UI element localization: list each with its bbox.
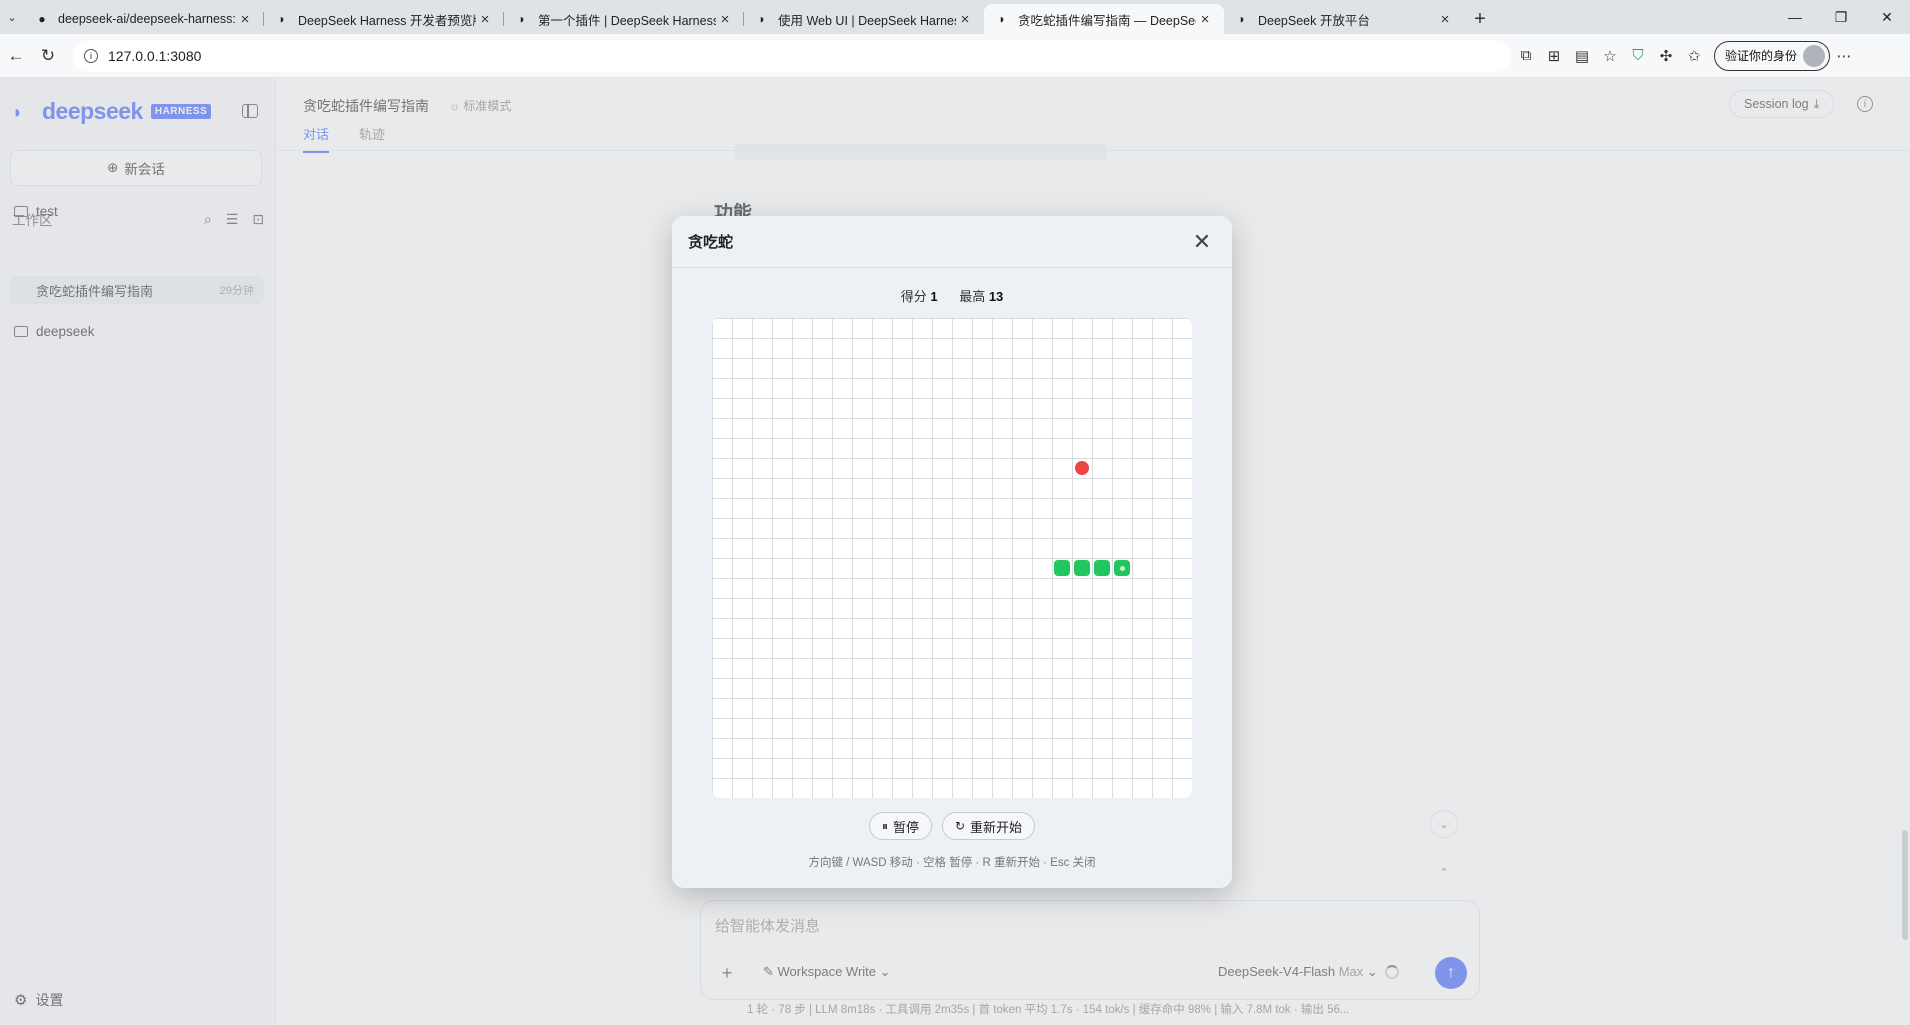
browser-tab[interactable]: ◗ DeepSeek Harness 开发者预览版：×	[264, 4, 504, 34]
browser-tab-title: 贪吃蛇插件编写指南 — DeepSeek	[1018, 13, 1196, 28]
restart-icon: ↻	[954, 819, 966, 833]
browser-tab[interactable]: ◗ DeepSeek 开放平台 ×	[1224, 4, 1464, 34]
more-menu-icon[interactable]: ⋯	[1830, 42, 1858, 70]
best-label: 最高	[959, 289, 986, 304]
shield-extension-icon[interactable]: ⛉	[1624, 42, 1652, 70]
close-tab-icon[interactable]: ×	[956, 11, 974, 28]
deepseek-icon: ◗	[998, 12, 1006, 26]
restart-label: 重新开始	[970, 819, 1023, 835]
browser-tab-title: 使用 Web UI | DeepSeek Harness	[778, 13, 956, 28]
browser-toolbar: ← ↻ i 127.0.0.1:3080 ⧉ ⊞ ▤ ☆ ⛉ ✣ ✩ 验证你的身…	[0, 34, 1910, 78]
browser-tab[interactable]: ◗ 使用 Web UI | DeepSeek Harness ×	[744, 4, 984, 34]
favorite-star-icon[interactable]: ☆	[1596, 42, 1624, 70]
site-info-icon[interactable]: i	[84, 48, 98, 63]
score-display: 得分 1 最高 13	[672, 286, 1232, 305]
scrollbar[interactable]	[1902, 830, 1908, 940]
back-icon[interactable]: ←	[0, 40, 32, 72]
browser-tab-strip: ⌄ ● deepseek-ai/deepseek-harness: D × ◗ Deep…	[0, 0, 1910, 34]
github-icon: ●	[38, 12, 46, 26]
favorites-icon[interactable]: ✩	[1680, 42, 1708, 70]
close-tab-icon[interactable]: ×	[1436, 11, 1454, 28]
snake-segment	[1094, 560, 1110, 576]
deepseek-icon: ◗	[518, 12, 526, 26]
deepseek-icon: ◗	[278, 12, 286, 26]
close-tab-icon[interactable]: ×	[476, 11, 494, 28]
snake-head	[1114, 560, 1130, 576]
snake-game-modal: 贪吃蛇 ✕ 得分 1 最高 13 ⏸ 暂停 ↻ 重新开始 方向键 / WASD …	[672, 216, 1232, 888]
browser-tab[interactable]: ◗ 第一个插件 | DeepSeek Harness ×	[504, 4, 744, 34]
pause-button[interactable]: ⏸ 暂停	[868, 812, 932, 840]
close-tab-icon[interactable]: ×	[1196, 11, 1214, 28]
game-board[interactable]	[712, 318, 1192, 798]
address-bar[interactable]: i 127.0.0.1:3080	[72, 39, 1512, 72]
browser-tab-title: 第一个插件 | DeepSeek Harness	[538, 13, 716, 28]
url-text: 127.0.0.1:3080	[108, 47, 202, 64]
snake-segment	[1054, 560, 1070, 576]
new-tab-button[interactable]: +	[1464, 4, 1496, 34]
snake-segment	[1074, 560, 1090, 576]
reload-icon[interactable]: ↻	[32, 40, 64, 72]
close-tab-icon[interactable]: ×	[236, 11, 254, 28]
pause-label: 暂停	[892, 819, 919, 835]
browser-tab-title: DeepSeek Harness 开发者预览版：	[298, 13, 476, 28]
minimize-icon[interactable]: —	[1772, 0, 1818, 34]
close-tab-icon[interactable]: ×	[716, 11, 734, 28]
deepseek-icon: ◗	[758, 12, 766, 26]
avatar	[1803, 44, 1826, 67]
game-controls: ⏸ 暂停 ↻ 重新开始	[672, 812, 1232, 840]
keyboard-hint: 方向键 / WASD 移动 · 空格 暂停 · R 重新开始 · Esc 关闭	[808, 857, 1096, 869]
browser-tab-title: deepseek-ai/deepseek-harness: D	[58, 12, 236, 26]
extensions-icon[interactable]: ✣	[1652, 42, 1680, 70]
pause-icon: ⏸	[881, 818, 888, 833]
close-icon[interactable]: ✕	[1188, 229, 1216, 255]
browser-tab-title: DeepSeek 开放平台	[1258, 13, 1370, 28]
identity-button[interactable]: 验证你的身份	[1714, 40, 1831, 71]
identity-label: 验证你的身份	[1725, 49, 1798, 63]
restore-icon[interactable]: ❐	[1818, 0, 1864, 34]
close-window-icon[interactable]: ✕	[1864, 0, 1910, 34]
score-value: 1	[930, 289, 938, 304]
app-available-icon[interactable]: ⊞	[1540, 42, 1568, 70]
browser-tab[interactable]: ● deepseek-ai/deepseek-harness: D ×	[24, 4, 264, 34]
restart-button[interactable]: ↻ 重新开始	[941, 812, 1036, 840]
browser-tab[interactable]: ◗ 贪吃蛇插件编写指南 — DeepSeek ×	[984, 4, 1224, 34]
reader-mode-icon[interactable]: ▤	[1568, 42, 1596, 70]
translate-icon[interactable]: ⧉	[1512, 42, 1540, 70]
deepseek-icon: ◗	[1238, 12, 1246, 26]
best-value: 13	[988, 289, 1004, 304]
food-dot	[1075, 461, 1089, 475]
score-label: 得分	[900, 289, 927, 304]
window-controls: — ❐ ✕	[1772, 0, 1910, 34]
modal-header: 贪吃蛇 ✕	[672, 216, 1232, 268]
snake-eye	[1119, 565, 1125, 571]
modal-title: 贪吃蛇	[688, 234, 734, 251]
tab-search-chevron-icon[interactable]: ⌄	[0, 0, 24, 34]
